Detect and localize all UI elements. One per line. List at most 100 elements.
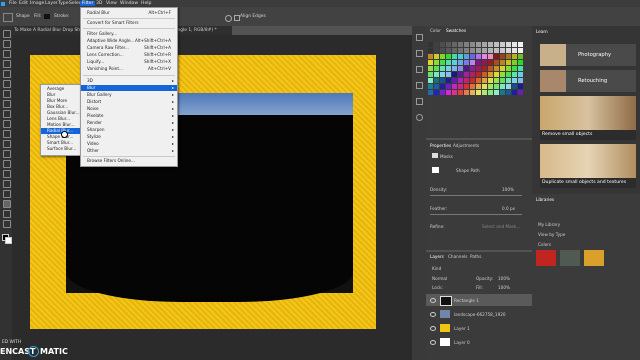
library-color-swatch[interactable]: [560, 250, 580, 266]
color-swatch[interactable]: [440, 78, 445, 83]
path-selection-tool-icon[interactable]: [3, 190, 11, 198]
filter-liquify[interactable]: Liquify... Shift+Ctrl+X: [81, 59, 177, 65]
filter-pixelate[interactable]: Pixelate ▸: [81, 113, 177, 119]
color-swatch[interactable]: [518, 78, 523, 83]
color-swatch[interactable]: [458, 90, 463, 95]
color-swatch[interactable]: [506, 66, 511, 71]
kind-filter[interactable]: Kind: [432, 266, 441, 271]
feather-slider[interactable]: [430, 214, 522, 215]
filter-stylize[interactable]: Stylize ▸: [81, 134, 177, 140]
color-swatch[interactable]: [488, 48, 493, 53]
color-swatch[interactable]: [434, 48, 439, 53]
tab-paths[interactable]: Paths: [470, 254, 481, 259]
color-swatch[interactable]: [428, 60, 433, 65]
color-swatch[interactable]: [500, 42, 505, 47]
color-swatch[interactable]: [452, 48, 457, 53]
blur-surface-blur[interactable]: Surface Blur...: [41, 146, 85, 152]
marquee-tool-icon[interactable]: [3, 40, 11, 48]
color-swatch[interactable]: [518, 66, 523, 71]
gear-icon[interactable]: [225, 15, 232, 22]
color-swatch[interactable]: [440, 84, 445, 89]
color-swatch[interactable]: [506, 60, 511, 65]
color-swatch[interactable]: [488, 78, 493, 83]
rectangle-tool-icon[interactable]: [3, 200, 11, 208]
color-swatch[interactable]: [476, 54, 481, 59]
pen-tool-icon[interactable]: [3, 170, 11, 178]
color-swatch[interactable]: [434, 42, 439, 47]
color-swatch[interactable]: [428, 90, 433, 95]
color-swatch[interactable]: [428, 78, 433, 83]
tab-learn[interactable]: Learn: [536, 29, 548, 34]
navigator-icon[interactable]: [416, 114, 423, 121]
color-swatch[interactable]: [446, 48, 451, 53]
library-select[interactable]: My Library: [538, 222, 560, 227]
density-value[interactable]: 100%: [502, 187, 514, 192]
library-color-swatch[interactable]: [536, 250, 556, 266]
color-swatch[interactable]: [434, 78, 439, 83]
color-swatch[interactable]: [464, 48, 469, 53]
fill-swatch[interactable]: [44, 14, 50, 19]
eyedropper-tool-icon[interactable]: [3, 80, 11, 88]
select-and-mask-button[interactable]: Select and Mask...: [482, 224, 520, 229]
color-swatch[interactable]: [506, 84, 511, 89]
color-swatch[interactable]: [476, 72, 481, 77]
color-swatch[interactable]: [458, 60, 463, 65]
color-swatch[interactable]: [464, 42, 469, 47]
color-swatch[interactable]: [488, 66, 493, 71]
eye-icon[interactable]: [430, 312, 436, 317]
history-icon[interactable]: [416, 34, 423, 41]
color-swatch[interactable]: [500, 72, 505, 77]
color-swatch[interactable]: [512, 84, 517, 89]
color-swatch[interactable]: [494, 78, 499, 83]
color-swatch[interactable]: [482, 90, 487, 95]
color-swatch[interactable]: [464, 90, 469, 95]
color-swatch[interactable]: [512, 72, 517, 77]
menu-type[interactable]: Type: [58, 1, 69, 6]
history-brush-tool-icon[interactable]: [3, 120, 11, 128]
color-swatch[interactable]: [440, 66, 445, 71]
stamp-tool-icon[interactable]: [3, 110, 11, 118]
color-swatch[interactable]: [476, 42, 481, 47]
color-swatch[interactable]: [470, 84, 475, 89]
color-swatch[interactable]: [500, 66, 505, 71]
menu-edit[interactable]: Edit: [19, 1, 28, 6]
gradient-tool-icon[interactable]: [3, 140, 11, 148]
color-swatch[interactable]: [440, 90, 445, 95]
learn-card[interactable]: Duplicate small objects and textures: [540, 144, 636, 188]
color-swatch[interactable]: [488, 90, 493, 95]
color-swatch[interactable]: [464, 66, 469, 71]
layer-row[interactable]: Rectangle 1: [426, 294, 532, 306]
color-swatch[interactable]: [428, 54, 433, 59]
color-swatch[interactable]: [434, 60, 439, 65]
tab-properties[interactable]: Properties: [430, 143, 451, 148]
eye-icon[interactable]: [430, 340, 436, 345]
filter-sharpen[interactable]: Sharpen ▸: [81, 127, 177, 133]
shape-tool-icon[interactable]: [3, 13, 13, 22]
color-swatch[interactable]: [434, 90, 439, 95]
filter-convert-smart[interactable]: Convert for Smart Filters: [81, 20, 177, 26]
color-swatch[interactable]: [512, 90, 517, 95]
learn-card[interactable]: Remove small objects: [540, 96, 636, 140]
color-swatch[interactable]: [446, 72, 451, 77]
type-tool-icon[interactable]: [3, 180, 11, 188]
menu-image[interactable]: Image: [30, 1, 44, 6]
color-swatch[interactable]: [464, 78, 469, 83]
color-swatch[interactable]: [488, 60, 493, 65]
color-swatch[interactable]: [482, 72, 487, 77]
color-swatch[interactable]: [512, 66, 517, 71]
color-swatch[interactable]: [440, 48, 445, 53]
library-color-swatch[interactable]: [584, 250, 604, 266]
color-swatch[interactable]: [470, 54, 475, 59]
learn-card[interactable]: Photography: [540, 44, 636, 66]
tab-swatches[interactable]: Swatches: [446, 28, 466, 33]
color-swatch[interactable]: [458, 66, 463, 71]
opacity-value[interactable]: 100%: [498, 276, 510, 281]
color-swatch[interactable]: [518, 84, 523, 89]
move-tool-icon[interactable]: [3, 30, 11, 38]
color-swatch[interactable]: [494, 48, 499, 53]
color-swatch[interactable]: [446, 54, 451, 59]
eye-icon[interactable]: [430, 326, 436, 331]
color-swatch[interactable]: [500, 84, 505, 89]
color-swatch[interactable]: [458, 54, 463, 59]
color-swatch[interactable]: [500, 60, 505, 65]
